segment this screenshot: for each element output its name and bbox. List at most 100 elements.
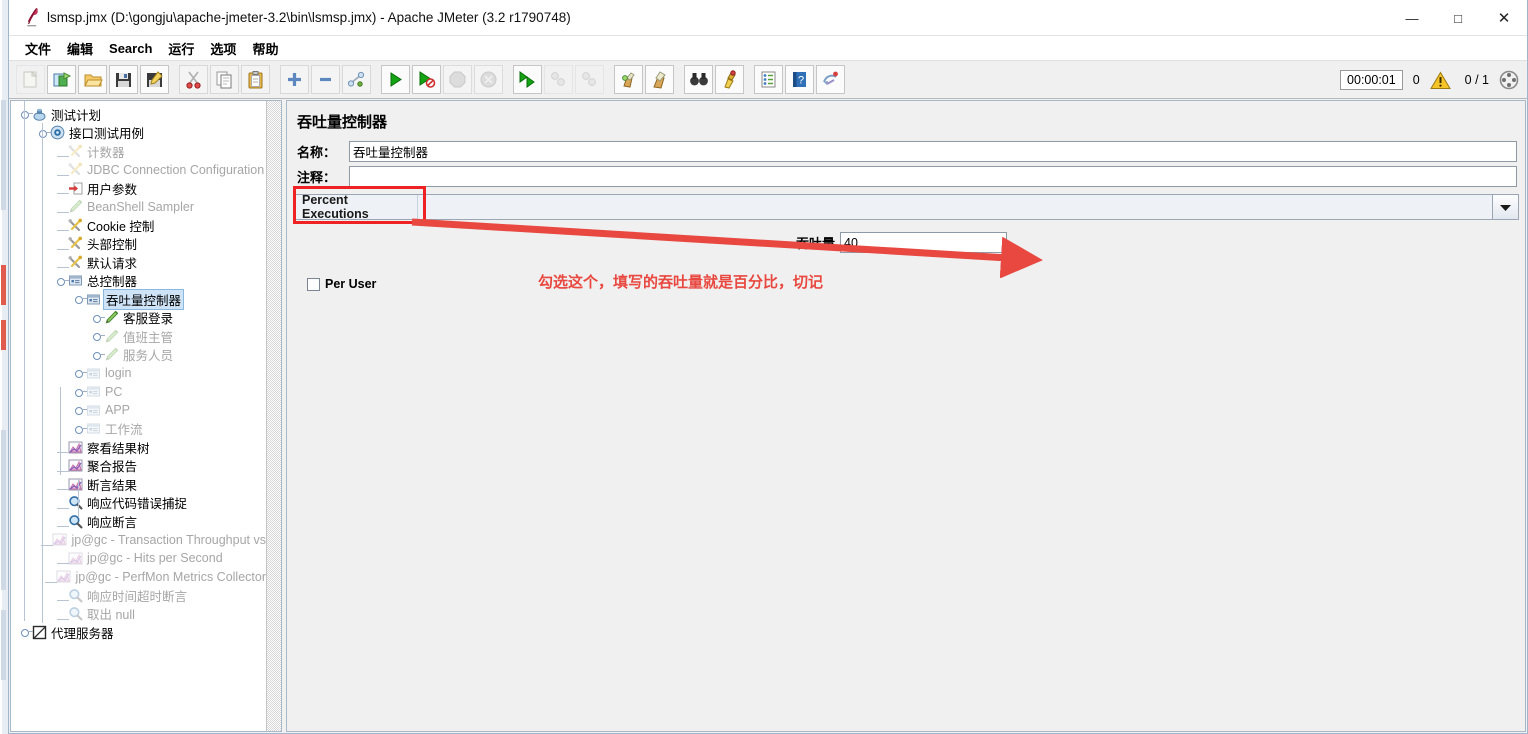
save-button[interactable] xyxy=(109,65,138,94)
tree-node-jpgc-perfmon[interactable]: jp@gc - PerfMon Metrics Collector xyxy=(11,568,266,587)
tree-node-workbench[interactable]: 代理服务器 xyxy=(11,623,266,642)
tree-node-thread-group[interactable]: 接口测试用例 xyxy=(11,124,266,143)
clear-button[interactable] xyxy=(614,65,643,94)
shutdown-button[interactable] xyxy=(474,65,503,94)
tree-leaf-spacer xyxy=(45,572,58,583)
tree-node-label: 聚合报告 xyxy=(87,460,138,475)
maximize-button[interactable]: □ xyxy=(1435,0,1481,36)
tree-expander-icon[interactable] xyxy=(93,313,105,323)
tree-expander-icon[interactable] xyxy=(75,405,87,416)
tree-expander-icon[interactable] xyxy=(39,128,51,138)
throughput-input[interactable] xyxy=(840,232,1007,253)
throughput-label: 吞吐量 xyxy=(795,236,835,251)
per-user-checkbox[interactable] xyxy=(307,277,320,291)
tree-vertical-scrollbar[interactable] xyxy=(266,101,281,731)
menu-file[interactable]: 文件 xyxy=(17,37,59,60)
function-helper-button[interactable] xyxy=(754,65,783,94)
warning-triangle-icon[interactable] xyxy=(1429,71,1451,90)
tree-node-assertion-results[interactable]: 断言结果 xyxy=(11,475,266,494)
tree-node-throughput-controller[interactable]: 吞吐量控制器 xyxy=(11,288,266,310)
minimize-button[interactable]: — xyxy=(1389,0,1435,36)
start-no-pauses-button[interactable] xyxy=(412,65,441,94)
paste-button[interactable] xyxy=(241,65,270,94)
tree-node-zhiban-zhuguan[interactable]: 值班主管 xyxy=(11,327,266,346)
remote-start-all-button[interactable] xyxy=(513,65,542,94)
tree-expander-icon[interactable] xyxy=(21,627,33,638)
tree-node-test-plan[interactable]: 测试计划 xyxy=(11,105,266,124)
tree-node-main-controller[interactable]: 总控制器 xyxy=(11,272,266,291)
tree-expander-icon[interactable] xyxy=(93,350,105,360)
comment-input[interactable] xyxy=(349,165,1517,187)
tree-node-beanshell-sampler[interactable]: BeanShell Sampler xyxy=(11,198,266,217)
tree-node-jdbc-config[interactable]: JDBC Connection Configuration xyxy=(11,161,266,180)
tree-node-http-defaults[interactable]: 默认请求 xyxy=(11,253,266,272)
tree-node-label: JDBC Connection Configuration xyxy=(87,162,265,177)
open-button[interactable] xyxy=(78,65,107,94)
tree-node-pc[interactable]: PC xyxy=(11,383,266,402)
tree-node-kefu-login[interactable]: 客服登录 xyxy=(11,309,266,328)
tree-expander-icon[interactable] xyxy=(75,368,87,379)
menu-edit[interactable]: 编辑 xyxy=(59,37,101,60)
new-document-icon xyxy=(23,70,38,88)
tree-node-jpgc-hits-per-second[interactable]: jp@gc - Hits per Second xyxy=(11,549,266,568)
templates-button[interactable] xyxy=(47,65,76,94)
tree-node-login[interactable]: login xyxy=(11,364,266,383)
tree-node-label: login xyxy=(105,366,132,381)
tree-branch-line xyxy=(57,452,69,454)
menu-run[interactable]: 运行 xyxy=(160,37,202,60)
menu-help[interactable]: 帮助 xyxy=(244,37,286,60)
reset-search-button[interactable] xyxy=(715,65,744,94)
menu-options[interactable]: 选项 xyxy=(202,37,244,60)
name-input[interactable] xyxy=(349,140,1517,162)
cut-button[interactable] xyxy=(179,65,208,94)
toolbar-status-cluster: 00:00:01 0 0 / 1 xyxy=(1340,61,1519,99)
search-button[interactable] xyxy=(684,65,713,94)
tree-node-fuwu-renyuan[interactable]: 服务人员 xyxy=(11,346,266,365)
help-button[interactable]: ? xyxy=(785,65,814,94)
tree-node-response-code-assertion[interactable]: 响应代码错误捕捉 xyxy=(11,494,266,513)
tree-expander-icon[interactable] xyxy=(21,109,33,120)
tree-node-header-manager[interactable]: 头部控制 xyxy=(11,235,266,254)
chevron-down-icon[interactable] xyxy=(1492,195,1518,219)
close-button[interactable]: ✕ xyxy=(1481,0,1527,36)
per-user-row[interactable]: Per User xyxy=(287,277,1525,291)
tree-node-extract-null[interactable]: 取出 null xyxy=(11,605,266,624)
toggle-button[interactable] xyxy=(342,65,371,94)
collapse-all-button[interactable] xyxy=(311,65,340,94)
tree-node-counter[interactable]: 计数器 xyxy=(11,142,266,161)
save-as-button[interactable] xyxy=(140,65,169,94)
tree-node-response-assertion[interactable]: 响应断言 xyxy=(11,512,266,531)
tree-node-app[interactable]: APP xyxy=(11,401,266,420)
undo-redo-button[interactable] xyxy=(816,65,845,94)
start-button[interactable] xyxy=(381,65,410,94)
toggle-icon xyxy=(347,71,365,87)
tree-node-duration-assertion[interactable]: 响应时间超时断言 xyxy=(11,586,266,605)
tree-expander-icon[interactable] xyxy=(75,387,87,397)
stop-button[interactable] xyxy=(443,65,472,94)
new-button[interactable] xyxy=(16,65,45,94)
tree-node-workflow[interactable]: 工作流 xyxy=(11,420,266,439)
tree-node-label: 断言结果 xyxy=(87,478,138,493)
execution-mode-combo[interactable]: Percent Executions xyxy=(295,193,1519,221)
menu-search[interactable]: Search xyxy=(101,39,160,58)
tree-node-user-params[interactable]: 用户参数 xyxy=(11,179,266,198)
expand-all-button[interactable] xyxy=(280,65,309,94)
tree-node-jpgc-transaction-throughput[interactable]: jp@gc - Transaction Throughput vs xyxy=(11,531,266,550)
tree-expander-icon[interactable] xyxy=(75,294,87,305)
tree-node-view-results-tree[interactable]: 察看结果树 xyxy=(11,438,266,457)
tree-expander-icon[interactable] xyxy=(93,331,105,342)
maximize-icon: □ xyxy=(1454,10,1462,26)
clear-all-button[interactable] xyxy=(645,65,674,94)
remote-stop-all-button[interactable] xyxy=(544,65,573,94)
tree-scroll-area[interactable]: 测试计划 接口测试用例 计数器 JDBC Connection Configurati… xyxy=(11,101,266,731)
tree-expander-icon[interactable] xyxy=(57,276,69,286)
tree-node-cookie-manager[interactable]: Cookie 控制 xyxy=(11,216,266,235)
tree-expander-icon[interactable] xyxy=(75,424,87,434)
tree-leaf-spacer xyxy=(57,609,69,620)
remote-shutdown-all-button[interactable] xyxy=(575,65,604,94)
help-book-icon: ? xyxy=(793,72,806,87)
assertion-magnifier-icon xyxy=(67,587,84,603)
tree-node-label: 服务人员 xyxy=(123,349,174,364)
copy-button[interactable] xyxy=(210,65,239,94)
tree-node-aggregate-report[interactable]: 聚合报告 xyxy=(11,457,266,476)
